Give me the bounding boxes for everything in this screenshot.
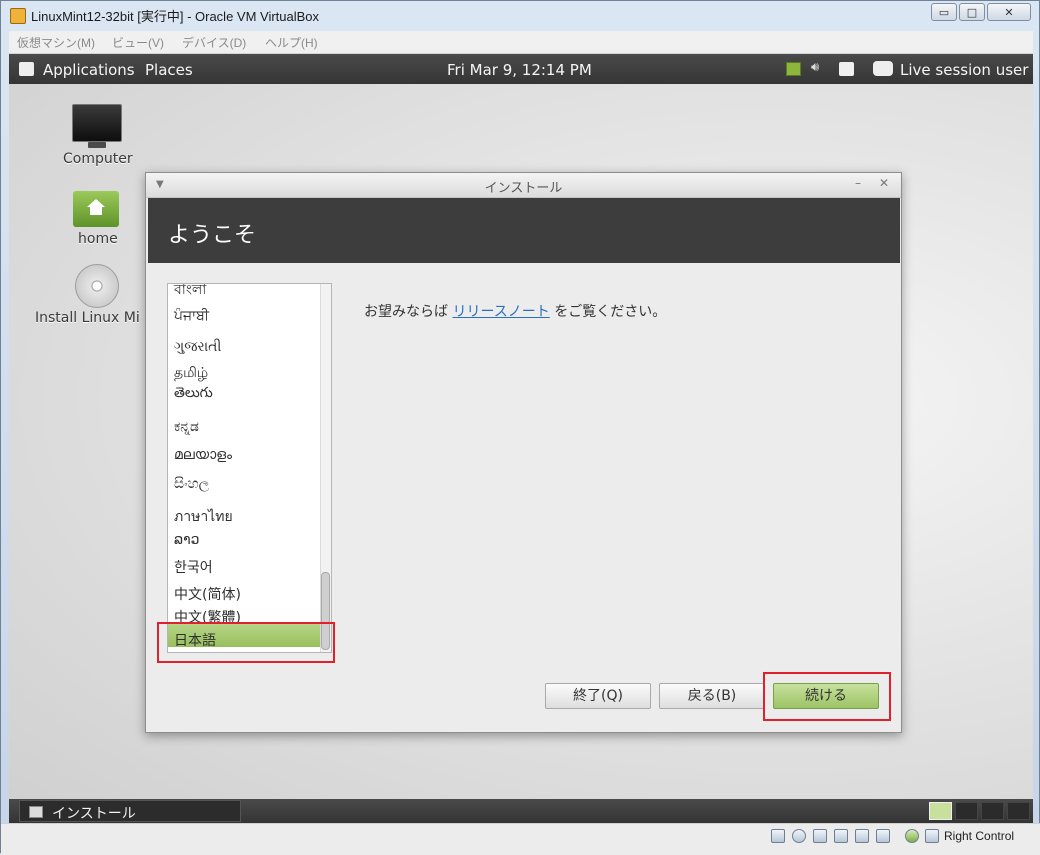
mint-logo-icon[interactable] (19, 62, 34, 76)
menu-help[interactable]: ヘルプ(H) (265, 34, 318, 51)
desktop-label-home[interactable]: home (78, 231, 118, 247)
vbox-status-bar: Right Control (1, 823, 1040, 855)
network-adapter-icon[interactable] (834, 829, 848, 843)
close-button[interactable]: ✕ (987, 3, 1031, 21)
places-menu[interactable]: Places (145, 61, 193, 79)
quit-button[interactable]: 終了(Q) (545, 683, 651, 709)
vbox-menubar: 仮想マシン(M) ビュー(V) デバイス(D) ヘルプ(H) (9, 31, 1033, 54)
scrollbar-thumb[interactable] (321, 572, 330, 650)
welcome-heading: ようこそ (168, 223, 257, 248)
window-title: LinuxMint12-32bit [実行中] - Oracle VM Virt… (31, 9, 320, 24)
menu-view[interactable]: ビュー(V) (112, 34, 164, 51)
bottom-panel: インストール (9, 799, 1033, 823)
desktop-label-computer[interactable]: Computer (63, 151, 133, 167)
language-item[interactable]: ગુજરાતી (174, 339, 221, 355)
chat-icon[interactable] (873, 61, 893, 76)
workspace-3[interactable] (981, 802, 1004, 820)
monitor-stand (88, 142, 106, 148)
house-icon (87, 199, 105, 207)
maximize-button[interactable]: □ (959, 3, 985, 21)
language-item[interactable]: 中文(繁體) (174, 607, 241, 627)
monitor-icon[interactable] (72, 104, 122, 142)
back-button[interactable]: 戻る(B) (659, 683, 765, 709)
session-user[interactable]: Live session user (900, 61, 1028, 79)
language-item[interactable]: தமிழ் (174, 365, 208, 383)
release-notes-text: お望みならば リリースノート をご覧ください。 (364, 301, 666, 321)
release-notes-prefix: お望みならば (364, 304, 448, 320)
continue-button[interactable]: 続ける (773, 683, 879, 709)
disc-icon[interactable] (75, 264, 119, 308)
language-item[interactable]: తెలుగు (174, 385, 213, 404)
minimize-button[interactable]: ▭ (931, 3, 957, 21)
virtualization-icon[interactable] (905, 829, 919, 843)
menu-devices[interactable]: デバイス(D) (182, 34, 246, 51)
workspace-4[interactable] (1007, 802, 1030, 820)
desktop-label-install[interactable]: Install Linux Mi (35, 310, 140, 326)
workspace-2[interactable] (955, 802, 978, 820)
host-key-label: Right Control (944, 829, 1015, 843)
language-list[interactable]: বাংলা ਪੰਜਾਬੀ ગુજરાતી தமிழ் తెలుగు ಕನ್ನಡ … (167, 283, 332, 653)
usb-icon[interactable] (813, 829, 827, 843)
hard-disk-icon[interactable] (771, 829, 785, 843)
language-item[interactable]: ລາວ (174, 532, 200, 548)
language-item[interactable]: 한국어 (174, 557, 213, 577)
dialog-titlebar[interactable]: ▼ インストール – ✕ (146, 173, 901, 198)
language-item-selected[interactable]: 日本語 (174, 630, 216, 650)
display-icon[interactable] (876, 829, 890, 843)
volume-icon[interactable]: 🔊︎ (811, 60, 826, 75)
language-item[interactable]: 中文(简体) (174, 584, 241, 604)
language-item[interactable]: മലയാളം (174, 447, 232, 463)
taskbar-item-installer[interactable]: インストール (19, 800, 241, 822)
language-item[interactable]: ਪੰਜਾਬੀ (174, 308, 209, 324)
window-icon (29, 806, 43, 818)
window-titlebar[interactable]: LinuxMint12-32bit [実行中] - Oracle VM Virt… (1, 1, 1040, 31)
house-body (90, 207, 102, 215)
language-item[interactable]: සිංහල (174, 476, 209, 492)
language-item[interactable]: বাংলা (174, 284, 206, 302)
guest-screen[interactable]: Applications Places Fri Mar 9, 12:14 PM … (9, 54, 1033, 823)
top-panel: Applications Places Fri Mar 9, 12:14 PM … (9, 54, 1033, 84)
optical-drive-icon[interactable] (792, 829, 806, 843)
battery-icon[interactable] (839, 62, 854, 76)
shared-folders-icon[interactable] (855, 829, 869, 843)
dialog-header: ようこそ (148, 198, 900, 263)
dialog-title: インストール (484, 181, 563, 196)
mouse-integration-icon[interactable] (925, 829, 939, 843)
dialog-close-icon[interactable]: ✕ (879, 176, 889, 190)
language-item[interactable]: ภาษาไทย (174, 506, 233, 528)
workspace-1[interactable] (929, 802, 952, 820)
applications-menu[interactable]: Applications (43, 61, 135, 79)
network-icon[interactable] (786, 62, 801, 76)
release-notes-suffix: をご覧ください。 (554, 304, 667, 320)
release-notes-link[interactable]: リリースノート (452, 304, 549, 320)
language-item[interactable]: ಕನ್ನಡ (174, 419, 199, 435)
installer-dialog: ▼ インストール – ✕ ようこそ বাংলা ਪੰਜਾਬੀ ગુજરાતી த… (145, 172, 902, 733)
panel-clock[interactable]: Fri Mar 9, 12:14 PM (447, 61, 592, 79)
menu-machine[interactable]: 仮想マシン(M) (17, 34, 95, 51)
virtualbox-window: LinuxMint12-32bit [実行中] - Oracle VM Virt… (0, 0, 1040, 855)
taskbar-label: インストール (52, 806, 136, 822)
dialog-minimize-icon[interactable]: – (855, 176, 861, 190)
virtualbox-app-icon (10, 8, 26, 24)
